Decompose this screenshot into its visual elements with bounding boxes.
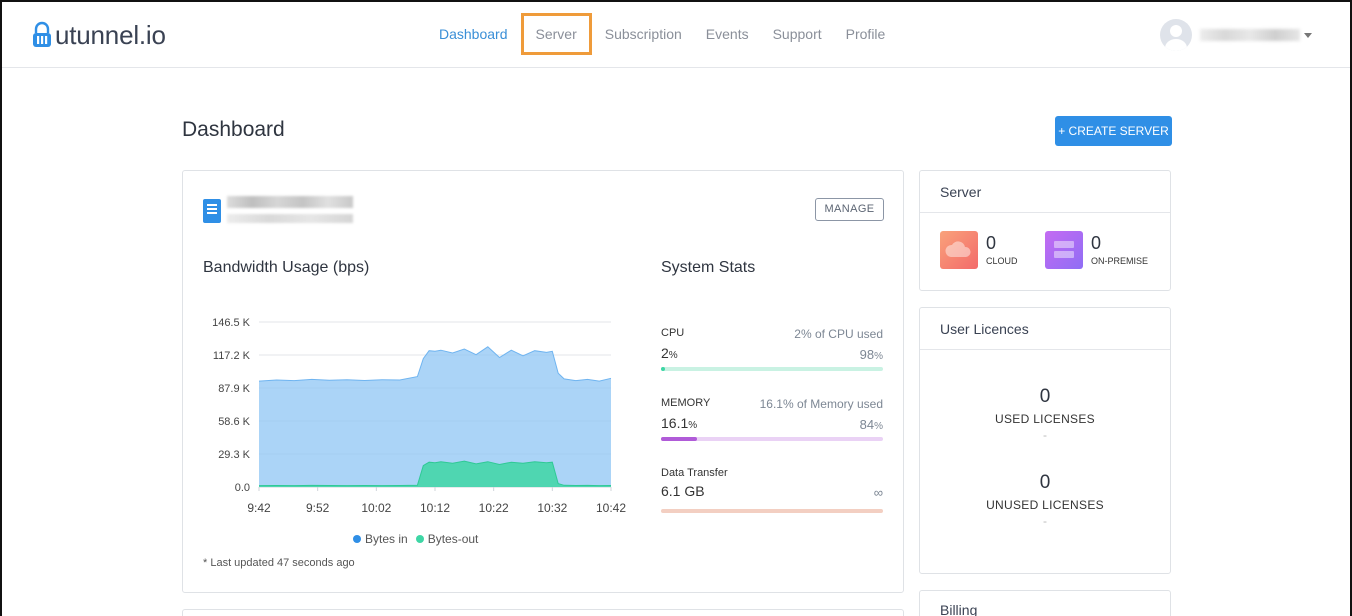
billing-title: Billing — [940, 602, 978, 616]
unused-licenses-dash: - — [1043, 514, 1047, 528]
cloud-icon — [940, 231, 978, 269]
server-card: MANAGE Bandwidth Usage (bps) System Stat… — [182, 170, 904, 593]
on-premise-count: 0 — [1091, 233, 1102, 253]
y-tick-label: 146.5 K — [212, 317, 251, 329]
memory-free-number: 84 — [859, 417, 875, 432]
server-summary-title: Server — [920, 171, 1170, 213]
x-tick-label: 10:22 — [479, 501, 509, 515]
system-stats-title: System Stats — [661, 259, 756, 276]
cpu-free: 98% — [860, 347, 883, 362]
memory-used-text: 16.1% of Memory used — [759, 397, 883, 411]
bytes-in-line — [258, 346, 612, 382]
nav-support[interactable]: Support — [761, 24, 834, 44]
y-tick-label: 87.9 K — [218, 383, 250, 395]
on-premise-tile[interactable]: 0 ON-PREMISE — [1045, 231, 1150, 269]
data-transfer-label: Data Transfer — [661, 467, 728, 479]
chevron-down-icon — [1304, 32, 1312, 38]
legend-dot-bytes-in — [353, 535, 361, 543]
chart-legend: Bytes in Bytes-out — [353, 532, 486, 546]
main-nav: Dashboard Server Subscription Events Sup… — [427, 0, 897, 68]
memory-value: 16.1% — [661, 415, 883, 431]
nav-server[interactable]: Server — [520, 13, 592, 55]
nav-dashboard[interactable]: Dashboard — [427, 24, 520, 44]
nav-subscription[interactable]: Subscription — [593, 24, 694, 44]
user-menu[interactable] — [1160, 19, 1312, 51]
data-transfer-value: 6.1 GB — [661, 483, 705, 499]
bytes-in-area — [259, 346, 611, 487]
y-tick-label: 58.6 K — [218, 416, 250, 428]
data-transfer-bar — [661, 509, 883, 513]
cpu-value-number: 2 — [661, 345, 669, 361]
server-address-redacted — [227, 214, 353, 223]
on-premise-label: ON-PREMISE — [1091, 256, 1149, 266]
next-server-card — [182, 609, 904, 616]
memory-stat: MEMORY 16.1% of Memory used 16.1% 84% — [661, 397, 883, 441]
user-licences-title: User Licences — [920, 308, 1170, 350]
memory-value-number: 16.1 — [661, 415, 689, 431]
cpu-value: 2% — [661, 345, 883, 361]
document-icon — [203, 199, 221, 223]
used-licenses-count: 0 — [1039, 386, 1051, 407]
cpu-free-unit: % — [874, 351, 883, 362]
x-tick-label: 10:12 — [420, 501, 450, 515]
data-transfer-limit: ∞ — [873, 485, 883, 500]
unused-licenses-label: UNUSED LICENSES — [986, 498, 1104, 512]
x-tick-label: 9:42 — [247, 501, 271, 515]
cpu-used-text: 2% of CPU used — [794, 327, 883, 341]
legend-bytes-out: Bytes-out — [415, 532, 479, 546]
data-transfer-stat: Data Transfer 6.1 GB ∞ — [661, 467, 883, 513]
lock-icon — [33, 21, 51, 47]
x-tick-label: 10:02 — [361, 501, 391, 515]
server-rack-icon — [1045, 231, 1083, 269]
unused-licenses-count: 0 — [1039, 472, 1051, 493]
user-licences-card: User Licences 0 USED LICENSES - 0 UNUSED… — [919, 307, 1171, 574]
user-name-redacted — [1200, 29, 1300, 41]
logo-text: utunnel.io — [55, 20, 166, 50]
cpu-stat: CPU 2% of CPU used 2% 98% — [661, 327, 883, 371]
y-tick-label: 0.0 — [235, 482, 250, 494]
x-tick-label: 10:42 — [596, 501, 626, 515]
used-licenses-label: USED LICENSES — [995, 412, 1095, 426]
x-tick-label: 10:32 — [537, 501, 567, 515]
logo[interactable]: utunnel.io — [32, 20, 166, 50]
legend-bytes-in: Bytes in — [353, 532, 408, 546]
nav-events[interactable]: Events — [694, 24, 761, 44]
cloud-tile[interactable]: 0 CLOUD — [940, 231, 1045, 269]
nav-profile[interactable]: Profile — [834, 24, 898, 44]
top-navbar: utunnel.io Dashboard Server Subscription… — [0, 0, 1352, 68]
bandwidth-chart: 0.0 29.3 K 58.6 K 87.9 K 117.2 K 146.5 K 9:42 9… — [183, 171, 905, 594]
legend-dot-bytes-out — [415, 535, 424, 543]
cpu-free-number: 98 — [859, 347, 875, 362]
bandwidth-title: Bandwidth Usage (bps) — [203, 259, 370, 276]
memory-value-unit: % — [688, 420, 698, 431]
cpu-progress-fill — [661, 367, 666, 371]
memory-free-unit: % — [874, 421, 883, 432]
memory-free: 84% — [860, 417, 883, 432]
server-summary-card: Server 0 CLOUD 0 ON-PREMISE — [919, 170, 1171, 291]
avatar — [1160, 19, 1192, 51]
bytes-out-line — [258, 460, 612, 487]
y-tick-label: 29.3 K — [218, 449, 250, 461]
used-licenses-dash: - — [1043, 428, 1047, 442]
x-tick-label: 9:52 — [306, 501, 330, 515]
legend-label-bytes-in: Bytes in — [365, 532, 408, 546]
y-tick-label: 117.2 K — [213, 350, 251, 362]
cpu-progress-bar — [661, 367, 883, 371]
memory-progress-fill — [661, 437, 697, 441]
cloud-count: 0 — [986, 233, 997, 253]
legend-label-bytes-out: Bytes-out — [427, 532, 479, 546]
used-licenses: 0 USED LICENSES - — [920, 386, 1170, 442]
cpu-value-unit: % — [668, 350, 678, 361]
memory-progress-bar — [661, 437, 883, 441]
last-updated-text: * Last updated 47 seconds ago — [203, 557, 355, 569]
manage-button[interactable]: MANAGE — [815, 198, 884, 221]
create-server-button[interactable]: + CREATE SERVER — [1055, 116, 1172, 146]
cloud-label: CLOUD — [986, 256, 1018, 266]
bandwidth-chart-svg: 0.0 29.3 K 58.6 K 87.9 K 117.2 K 146.5 K 9:42 9… — [212, 317, 626, 515]
billing-card: Billing — [919, 590, 1171, 616]
unused-licenses: 0 UNUSED LICENSES - — [920, 472, 1170, 528]
server-name-redacted — [227, 196, 353, 208]
page-title: Dashboard — [182, 118, 285, 141]
bytes-out-area — [259, 461, 611, 487]
